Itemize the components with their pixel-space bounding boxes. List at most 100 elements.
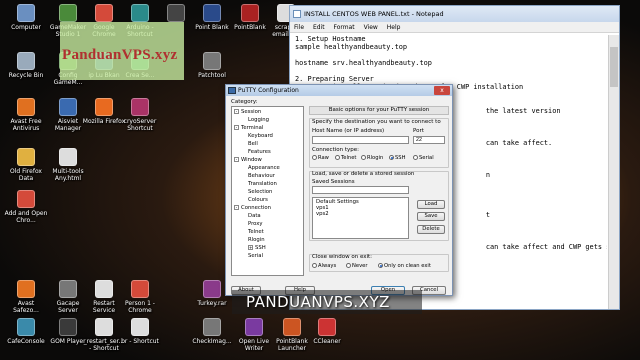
restart-icon [95, 280, 113, 298]
menu-edit[interactable]: Edit [313, 24, 325, 31]
radio-label: Never [352, 263, 368, 269]
desktop-icon[interactable]: Avast Free Antivirus [4, 98, 48, 132]
tree-item-serial[interactable]: Serial [248, 253, 263, 260]
tree-item-logging[interactable]: Logging [248, 117, 269, 124]
menu-file[interactable]: File [294, 24, 304, 31]
tree-item-connection[interactable]: - Connection [234, 205, 271, 212]
desktop-icon[interactable]: Computer [4, 4, 48, 31]
chrome-icon [131, 280, 149, 298]
close-button[interactable]: x [434, 86, 450, 95]
tree-item-proxy[interactable]: Proxy [248, 221, 263, 228]
pointblank-icon [241, 4, 259, 22]
tree-item-data[interactable]: Data [248, 213, 261, 220]
radio-rlogin[interactable]: Rlogin [361, 155, 383, 161]
notepad-titlebar[interactable]: INSTALL CENTOS WEB PANEL.txt - Notepad [290, 6, 619, 22]
desktop-icon-label: CafeConsole [7, 338, 45, 345]
session-item[interactable]: vps2 [316, 211, 405, 217]
avast-icon [17, 280, 35, 298]
connection-type-label: Connection type: [312, 147, 360, 153]
radio-telnet[interactable]: Telnet [335, 155, 356, 161]
tree-item-bell[interactable]: Bell [248, 141, 258, 148]
arduino-icon [131, 4, 149, 22]
desktop-icon-label: Add and Open Chro... [4, 210, 48, 224]
desktop-icon[interactable]: Patchtool [190, 52, 234, 79]
desktop-icon-label: Turkey.rar [197, 300, 227, 307]
tree-item-rlogin[interactable]: Rlogin [248, 237, 265, 244]
collapse-icon[interactable]: - [234, 109, 239, 114]
putty-title: PuTTY Configuration [238, 87, 299, 94]
tree-item-terminal[interactable]: - Terminal [234, 125, 263, 132]
saved-session-input[interactable] [312, 186, 409, 194]
sessions-list[interactable]: Default Settings vps1 vps2 [312, 197, 409, 239]
collapse-icon[interactable]: - [234, 205, 239, 210]
tree-item-telnet[interactable]: Telnet [248, 229, 264, 236]
desktop-icon[interactable]: Recycle Bin [4, 52, 48, 79]
desktop-icon[interactable]: CheckImag... [190, 318, 234, 345]
radio-label: Only on clean exit [384, 263, 431, 269]
putty-titlebar[interactable]: PuTTY Configuration x [226, 85, 452, 96]
radio-dot-icon [346, 263, 351, 268]
desktop-icon[interactable]: cryoServer Shortcut [118, 98, 162, 132]
desktop-icon-label: br - Shortcut [121, 338, 159, 345]
tree-item-window[interactable]: - Window [234, 157, 262, 164]
notepad-line: hostname srv.healthyandbeauty.top [295, 59, 432, 67]
menu-help[interactable]: Help [387, 24, 401, 31]
desktop-icon[interactable]: CafeConsole [4, 318, 48, 345]
delete-button[interactable]: Delete [417, 225, 445, 234]
putty-window[interactable]: PuTTY Configuration x Category: - Session… [225, 84, 453, 296]
radio-label: Always [318, 263, 337, 269]
firefox-icon [95, 98, 113, 116]
radio-dot-icon [312, 263, 317, 268]
tree-item-session[interactable]: - Session [234, 109, 261, 116]
app-icon [59, 98, 77, 116]
desktop-icon[interactable]: Old Firefox Data [4, 148, 48, 182]
desktop-icon[interactable]: Multi-tools Any.html [46, 148, 90, 182]
notepad-title: INSTALL CENTOS WEB PANEL.txt - Notepad [304, 10, 444, 18]
radio-ssh[interactable]: SSH [389, 155, 406, 161]
tree-item-appearance[interactable]: Appearance [248, 165, 280, 172]
radio-dot-icon [413, 155, 418, 160]
tree-item-features[interactable]: Features [248, 149, 271, 156]
close-option-1[interactable]: Never [346, 263, 367, 269]
expand-icon[interactable]: + [248, 245, 253, 250]
radio-serial[interactable]: Serial [413, 155, 434, 161]
collapse-icon[interactable]: - [234, 125, 239, 130]
desktop-icon[interactable]: br - Shortcut [118, 318, 162, 345]
close-option-0[interactable]: Always [312, 263, 336, 269]
notepad-scrollbar[interactable] [608, 35, 619, 309]
port-input[interactable] [413, 136, 445, 144]
scrollbar-thumb[interactable] [610, 47, 618, 87]
radio-raw[interactable]: Raw [312, 155, 329, 161]
tree-item-keyboard[interactable]: Keyboard [248, 133, 273, 140]
radio-label: Telnet [341, 155, 357, 161]
pointblank-icon [283, 318, 301, 336]
tree-item-label: Selection [248, 189, 273, 195]
menu-format[interactable]: Format [334, 24, 355, 31]
tree-item-translation[interactable]: Translation [248, 181, 277, 188]
radio-label: Serial [419, 155, 434, 161]
save-button[interactable]: Save [417, 212, 445, 221]
gom-icon [59, 318, 77, 336]
tree-item-colours[interactable]: Colours [248, 197, 268, 204]
collapse-icon[interactable]: - [234, 157, 239, 162]
category-tree[interactable]: - Session Logging - Terminal Keyboard Bell Feat… [231, 106, 304, 276]
desktop-icon[interactable]: Add and Open Chro... [4, 190, 48, 224]
desktop-icon[interactable]: CCleaner [305, 318, 349, 345]
tree-item-behaviour[interactable]: Behaviour [248, 173, 275, 180]
desktop-icon[interactable]: Person 1 - Chrome [118, 280, 162, 314]
host-input[interactable] [312, 136, 409, 144]
desktop-icon-label: Recycle Bin [8, 72, 44, 79]
desktop-icon-label: Multi-tools Any.html [52, 168, 84, 182]
desktop-icon-label: Avast Safezo... [13, 300, 39, 314]
destination-label: Specify the destination you want to conn… [312, 119, 441, 125]
load-button[interactable]: Load [417, 200, 445, 209]
desktop-icon-label: CCleaner [313, 338, 341, 345]
host-label: Host Name (or IP address) [312, 128, 385, 134]
tree-item-ssh[interactable]: + SSH [248, 245, 266, 252]
desktop-icon[interactable]: Avast Safezo... [4, 280, 48, 314]
menu-view[interactable]: View [364, 24, 378, 31]
tree-item-selection[interactable]: Selection [248, 189, 272, 196]
app-icon [167, 4, 185, 22]
close-option-2[interactable]: Only on clean exit [378, 263, 431, 269]
saved-sessions-label: Saved Sessions [312, 179, 355, 185]
